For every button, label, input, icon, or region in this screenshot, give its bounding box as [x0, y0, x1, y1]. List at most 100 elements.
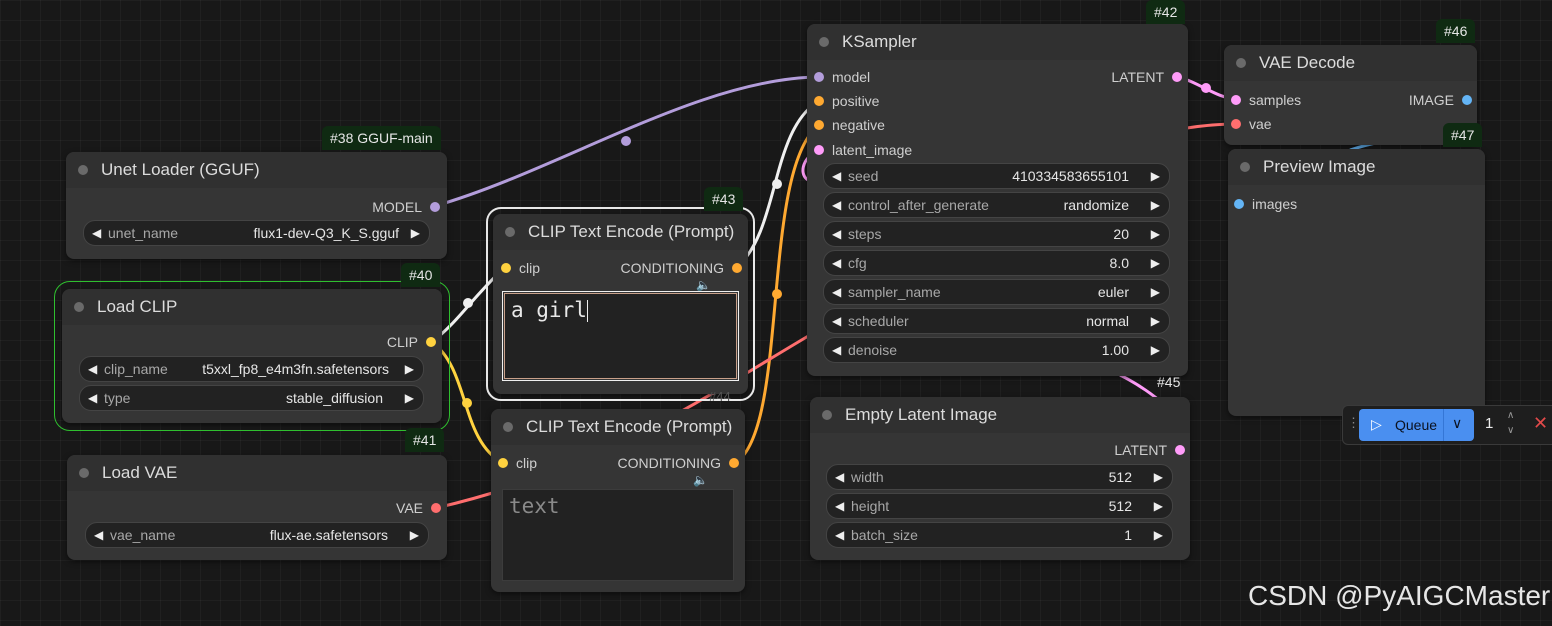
collapse-dot-icon[interactable]	[74, 302, 84, 312]
seed-widget[interactable]: ◀ seed 410334583655101 ▶	[823, 163, 1170, 189]
input-slot-images[interactable]: images	[1234, 195, 1297, 213]
node-title-bar[interactable]: CLIP Text Encode (Prompt)	[493, 214, 748, 250]
collapse-dot-icon[interactable]	[822, 410, 832, 420]
increment-arrow-icon[interactable]: ▶	[1151, 309, 1160, 333]
decrement-arrow-icon[interactable]: ◀	[94, 523, 103, 547]
chevron-down-icon[interactable]: ∨	[1452, 415, 1462, 432]
image-port-icon[interactable]	[1234, 199, 1244, 209]
control-after-generate-widget[interactable]: ◀ control_after_generate randomize ▶	[823, 192, 1170, 218]
collapse-dot-icon[interactable]	[505, 227, 515, 237]
decrement-arrow-icon[interactable]: ◀	[832, 280, 841, 304]
increment-arrow-icon[interactable]: ▶	[1151, 280, 1160, 304]
output-slot-vae[interactable]: VAE	[396, 499, 441, 517]
close-icon[interactable]: ✕	[1533, 413, 1548, 434]
preview-image-node[interactable]: Preview Image images	[1228, 149, 1485, 416]
decrement-arrow-icon[interactable]: ◀	[832, 251, 841, 275]
height-widget[interactable]: ◀ height 512 ▶	[826, 493, 1173, 519]
input-slot-latent-image[interactable]: latent_image	[814, 141, 912, 159]
output-slot-model[interactable]: MODEL	[372, 198, 440, 216]
latent-port-icon[interactable]	[1175, 445, 1185, 455]
decrement-arrow-icon[interactable]: ◀	[88, 386, 97, 410]
denoise-widget[interactable]: ◀ denoise 1.00 ▶	[823, 337, 1170, 363]
node-title-bar[interactable]: Load VAE	[67, 455, 447, 491]
batch-count-stepper[interactable]: ∧ ∨	[1507, 408, 1514, 438]
input-slot-model[interactable]: model	[814, 68, 870, 86]
queue-toolbar[interactable]: ⋮ ▷ Queue ∨ 1 ∧ ∨ ✕	[1342, 405, 1552, 445]
increment-arrow-icon[interactable]: ▶	[1151, 338, 1160, 362]
increment-arrow-icon[interactable]: ▶	[1154, 523, 1163, 547]
node-title-bar[interactable]: CLIP Text Encode (Prompt)	[491, 409, 745, 445]
input-slot-samples[interactable]: samples	[1231, 91, 1301, 109]
clip-text-encode-positive-node[interactable]: CLIP Text Encode (Prompt) clip CONDITION…	[486, 207, 755, 401]
decrement-arrow-icon[interactable]: ◀	[832, 222, 841, 246]
clip-port-icon[interactable]	[498, 458, 508, 468]
unet-loader-node[interactable]: Unet Loader (GGUF) MODEL ◀ unet_name flu…	[66, 152, 447, 259]
clip-text-encode-negative-node[interactable]: #44 CLIP Text Encode (Prompt) clip CONDI…	[491, 389, 745, 592]
increment-arrow-icon[interactable]: ▶	[1154, 494, 1163, 518]
decrement-arrow-icon[interactable]: ◀	[835, 465, 844, 489]
decrement-arrow-icon[interactable]: ◀	[832, 164, 841, 188]
input-slot-positive[interactable]: positive	[814, 92, 879, 110]
queue-button[interactable]: ▷ Queue ∨	[1359, 409, 1474, 441]
input-slot-vae[interactable]: vae	[1231, 115, 1272, 133]
latent-port-icon[interactable]	[1231, 95, 1241, 105]
decrement-arrow-icon[interactable]: ◀	[835, 523, 844, 547]
increment-arrow-icon[interactable]: ▶	[1151, 222, 1160, 246]
increment-arrow-icon[interactable]: ▶	[1151, 251, 1160, 275]
load-vae-node[interactable]: Load VAE VAE ◀ vae_name flux-ae.safetens…	[67, 455, 447, 560]
node-title-bar[interactable]: Preview Image	[1228, 149, 1485, 185]
steps-widget[interactable]: ◀ steps 20 ▶	[823, 221, 1170, 247]
output-slot-latent[interactable]: LATENT	[1111, 68, 1182, 86]
increment-arrow-icon[interactable]: ▶	[405, 357, 414, 381]
node-title-bar[interactable]: VAE Decode	[1224, 45, 1477, 81]
decrement-arrow-icon[interactable]: ◀	[92, 221, 101, 245]
ksampler-node[interactable]: KSampler model positive negative latent_…	[807, 24, 1188, 376]
decrement-arrow-icon[interactable]: ◀	[88, 357, 97, 381]
latent-port-icon[interactable]	[1172, 72, 1182, 82]
clip-port-icon[interactable]	[426, 337, 436, 347]
scheduler-widget[interactable]: ◀ scheduler normal ▶	[823, 308, 1170, 334]
empty-latent-image-node[interactable]: Empty Latent Image LATENT ◀ width 512 ▶ …	[810, 397, 1190, 560]
prompt-text-input[interactable]: a girl	[502, 291, 739, 381]
vae-port-icon[interactable]	[431, 503, 441, 513]
batch-count-input[interactable]: 1	[1485, 415, 1493, 432]
increment-arrow-icon[interactable]: ▶	[1151, 193, 1160, 217]
decrement-arrow-icon[interactable]: ◀	[832, 193, 841, 217]
output-slot-conditioning[interactable]: CONDITIONING	[621, 259, 742, 277]
speaker-icon[interactable]: 🔈	[696, 278, 711, 292]
output-slot-latent[interactable]: LATENT	[1114, 441, 1185, 459]
prompt-text-input[interactable]: text	[502, 489, 734, 581]
collapse-dot-icon[interactable]	[503, 422, 513, 432]
vae-name-widget[interactable]: ◀ vae_name flux-ae.safetensors ▶	[85, 522, 429, 548]
output-slot-clip[interactable]: CLIP	[387, 333, 436, 351]
collapse-dot-icon[interactable]	[78, 165, 88, 175]
load-clip-node[interactable]: Load CLIP CLIP ◀ clip_name t5xxl_fp8_e4m…	[54, 281, 450, 431]
clip-port-icon[interactable]	[501, 263, 511, 273]
width-widget[interactable]: ◀ width 512 ▶	[826, 464, 1173, 490]
image-port-icon[interactable]	[1462, 95, 1472, 105]
increment-arrow-icon[interactable]: ▶	[405, 386, 414, 410]
decrement-arrow-icon[interactable]: ◀	[835, 494, 844, 518]
conditioning-port-icon[interactable]	[814, 96, 824, 106]
output-slot-image[interactable]: IMAGE	[1409, 91, 1472, 109]
node-title-bar[interactable]: Unet Loader (GGUF)	[66, 152, 447, 188]
increment-arrow-icon[interactable]: ▶	[1154, 465, 1163, 489]
cfg-widget[interactable]: ◀ cfg 8.0 ▶	[823, 250, 1170, 276]
sampler-name-widget[interactable]: ◀ sampler_name euler ▶	[823, 279, 1170, 305]
collapse-dot-icon[interactable]	[819, 37, 829, 47]
vae-port-icon[interactable]	[1231, 119, 1241, 129]
input-slot-clip[interactable]: clip	[501, 259, 540, 277]
node-title-bar[interactable]: Load CLIP	[62, 289, 442, 325]
conditioning-port-icon[interactable]	[729, 458, 739, 468]
input-slot-negative[interactable]: negative	[814, 116, 885, 134]
speaker-icon[interactable]: 🔈	[693, 473, 708, 487]
node-title-bar[interactable]: KSampler	[807, 24, 1188, 60]
clip-name-widget[interactable]: ◀ clip_name t5xxl_fp8_e4m3fn.safetensors…	[79, 356, 424, 382]
collapse-dot-icon[interactable]	[1236, 58, 1246, 68]
type-widget[interactable]: ◀ type stable_diffusion ▶	[79, 385, 424, 411]
unet-name-widget[interactable]: ◀ unet_name flux1-dev-Q3_K_S.gguf ▶	[83, 220, 430, 246]
conditioning-port-icon[interactable]	[814, 120, 824, 130]
vae-decode-node[interactable]: VAE Decode samples vae IMAGE	[1224, 45, 1477, 145]
increment-arrow-icon[interactable]: ▶	[411, 221, 420, 245]
model-port-icon[interactable]	[430, 202, 440, 212]
